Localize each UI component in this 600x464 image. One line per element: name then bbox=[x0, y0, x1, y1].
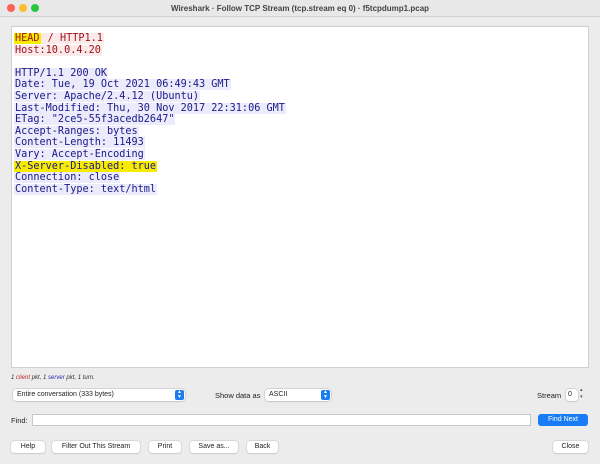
server-line: Content-Length: 11493 bbox=[14, 137, 588, 149]
stream-text: Content-Length: 11493 bbox=[14, 137, 145, 149]
client-line: HEAD / HTTP1.1 bbox=[14, 33, 588, 45]
stream-text: Content-Type: text/html bbox=[14, 183, 158, 195]
stream-number-field[interactable]: 0 bbox=[566, 389, 578, 401]
server-line: HTTP/1.1 200 OK bbox=[14, 67, 588, 80]
client-line: Host:10.0.4.20 bbox=[14, 44, 588, 57]
chevron-updown-icon: ▲ ▼ bbox=[321, 390, 330, 400]
save-as-button[interactable]: Save as... bbox=[190, 441, 238, 453]
find-input[interactable] bbox=[32, 414, 531, 426]
server-line: Server: Apache/2.4.12 (Ubuntu) bbox=[14, 90, 588, 103]
filter-out-stream-button[interactable]: Filter Out This Stream bbox=[52, 441, 140, 453]
show-data-select[interactable]: ASCII ▲ ▼ bbox=[265, 389, 331, 401]
stream-content[interactable]: HEAD / HTTP1.1 Host:10.0.4.20 HTTP/1.1 200… bbox=[11, 26, 589, 368]
print-button[interactable]: Print bbox=[149, 441, 181, 453]
minimize-window-icon[interactable] bbox=[19, 4, 27, 12]
server-line: Accept-Ranges: bytes bbox=[14, 125, 588, 138]
stream-text: Host:10.0.4.20 bbox=[14, 44, 102, 56]
conversation-select[interactable]: Entire conversation (333 bytes) ▲ ▼ bbox=[13, 389, 185, 401]
show-data-label: Show data as bbox=[215, 391, 261, 400]
server-line: X-Server-Disabled: true bbox=[14, 160, 588, 173]
stream-status: 1 client pkt, 1 server pkt, 1 turn. bbox=[11, 375, 95, 381]
find-label: Find: bbox=[11, 416, 28, 425]
highlighted-text: X-Server-Disabled: true bbox=[14, 160, 158, 172]
chevron-updown-icon: ▲ ▼ bbox=[175, 390, 184, 400]
stream-text: Date: Tue, 19 Oct 2021 06:49:43 GMT bbox=[14, 79, 231, 91]
server-line: Last-Modified: Thu, 30 Nov 2017 22:31:06… bbox=[14, 102, 588, 115]
stream-text: Server: Apache/2.4.12 (Ubuntu) bbox=[14, 90, 201, 102]
back-button[interactable]: Back bbox=[247, 441, 278, 453]
stream-text: Connection: close bbox=[14, 172, 121, 184]
stream-text: ETag: "2ce5-55f3acedb2647" bbox=[14, 114, 176, 126]
help-button[interactable]: Help bbox=[11, 441, 45, 453]
stream-text: Accept-Ranges: bytes bbox=[14, 125, 139, 137]
close-button[interactable]: Close bbox=[553, 441, 588, 453]
stream-stepper[interactable]: ▴ ▾ bbox=[580, 387, 583, 401]
stream-text: / HTTP1.1 bbox=[40, 33, 104, 44]
stream-text: Last-Modified: Thu, 30 Nov 2017 22:31:06… bbox=[14, 102, 286, 114]
server-line: Date: Tue, 19 Oct 2021 06:49:43 GMT bbox=[14, 79, 588, 91]
stream-label: Stream bbox=[537, 391, 562, 400]
server-line: Vary: Accept-Encoding bbox=[14, 148, 588, 161]
find-next-button[interactable]: Find Next bbox=[538, 414, 588, 426]
zoom-window-icon[interactable] bbox=[31, 4, 39, 12]
server-line: Content-Type: text/html bbox=[14, 183, 588, 196]
highlighted-text: HEAD bbox=[14, 33, 41, 44]
stream-text: HTTP/1.1 200 OK bbox=[14, 67, 109, 79]
server-line: ETag: "2ce5-55f3acedb2647" bbox=[14, 114, 588, 126]
server-line: Connection: close bbox=[14, 172, 588, 184]
title-bar: Wireshark · Follow TCP Stream (tcp.strea… bbox=[0, 0, 600, 17]
stream-text: Vary: Accept-Encoding bbox=[14, 148, 145, 160]
window-title: Wireshark · Follow TCP Stream (tcp.strea… bbox=[170, 4, 430, 13]
close-window-icon[interactable] bbox=[7, 4, 15, 12]
